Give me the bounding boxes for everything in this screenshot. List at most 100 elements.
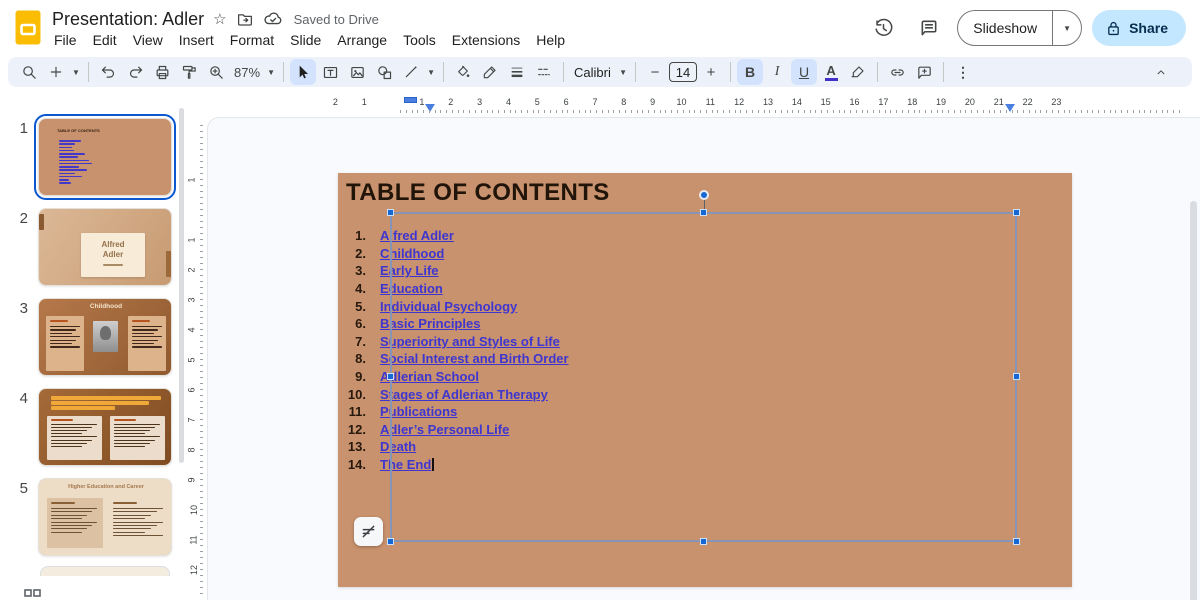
current-slide[interactable]: TABLE OF CONTENTS 1.Alfred Adler2.Childh… [338, 173, 1072, 587]
thumbnail-panel [110, 416, 165, 460]
font-family-select[interactable]: Calibri [570, 65, 616, 80]
italic-button[interactable]: I [764, 59, 790, 85]
decrease-font-size-button[interactable]: − [642, 59, 668, 85]
comments-button[interactable] [911, 10, 947, 46]
print-icon[interactable] [149, 59, 175, 85]
paint-format-icon[interactable] [176, 59, 202, 85]
resize-handle-s[interactable] [700, 538, 707, 545]
resize-handle-se[interactable] [1013, 538, 1020, 545]
h-ruler-number: 6 [564, 97, 569, 107]
version-history-button[interactable] [865, 10, 901, 46]
slide-number: 2 [8, 210, 28, 227]
slide-thumbnail-6-partial[interactable] [40, 566, 170, 576]
font-size-input[interactable]: 14 [669, 62, 697, 82]
slideshow-button[interactable]: Slideshow ▼ [957, 10, 1082, 46]
slideshow-dropdown[interactable]: ▼ [1052, 11, 1081, 45]
add-comment-icon[interactable] [911, 59, 937, 85]
thumbnail-title: TABLE OF CONTENTS [57, 128, 100, 133]
search-menus-icon[interactable] [16, 59, 42, 85]
thumbnail-text-line [113, 511, 157, 512]
menu-view[interactable]: View [125, 29, 171, 51]
menu-arrange[interactable]: Arrange [329, 29, 395, 51]
saved-status[interactable]: Saved to Drive [294, 12, 379, 27]
thumbnail-text-line [51, 443, 87, 444]
insert-image-icon[interactable] [344, 59, 370, 85]
slide-number: 5 [8, 480, 28, 497]
select-tool[interactable] [290, 59, 316, 85]
more-options-icon[interactable]: ⋮ [950, 59, 976, 85]
font-family-dropdown[interactable]: ▼ [617, 68, 629, 77]
resize-handle-e[interactable] [1013, 373, 1020, 380]
share-button[interactable]: Share [1092, 10, 1186, 46]
thumbnail-text-line [132, 336, 162, 337]
thumbnail-text-line [51, 401, 149, 405]
new-slide-button[interactable] [43, 59, 69, 85]
canvas-scrollbar[interactable] [1190, 201, 1197, 600]
insert-line-icon[interactable] [398, 59, 424, 85]
thumbnail-text-line [59, 153, 85, 155]
move-folder-icon[interactable] [236, 10, 254, 28]
thumbnail-text-line [51, 518, 82, 519]
star-icon[interactable]: ☆ [213, 10, 226, 28]
slide-title[interactable]: TABLE OF CONTENTS [346, 179, 610, 207]
bold-button[interactable]: B [737, 59, 763, 85]
highlight-color-button[interactable] [845, 59, 871, 85]
fill-color-icon[interactable] [450, 59, 476, 85]
rotation-handle[interactable] [699, 190, 709, 200]
thumbnail-text-line [114, 446, 145, 447]
first-line-indent-marker[interactable] [404, 97, 417, 103]
text-box-selection[interactable] [390, 212, 1017, 542]
zoom-dropdown[interactable]: ▼ [265, 68, 277, 77]
google-slides-logo[interactable] [15, 10, 41, 45]
new-slide-dropdown[interactable]: ▼ [70, 68, 82, 77]
border-weight-icon[interactable] [504, 59, 530, 85]
left-indent-marker[interactable] [425, 104, 435, 112]
slide-thumbnail-3[interactable]: Childhood [38, 298, 172, 376]
menu-slide[interactable]: Slide [282, 29, 329, 51]
resize-handle-n[interactable] [700, 209, 707, 216]
menu-file[interactable]: File [46, 29, 85, 51]
menu-tools[interactable]: Tools [395, 29, 444, 51]
zoom-level[interactable]: 87% [230, 65, 264, 80]
thumbnail-panel [46, 316, 84, 371]
menu-edit[interactable]: Edit [85, 29, 125, 51]
insert-shape-icon[interactable] [371, 59, 397, 85]
resize-handle-w[interactable] [387, 373, 394, 380]
thumbnail-text-line [113, 515, 151, 516]
zoom-icon[interactable] [203, 59, 229, 85]
undo-icon[interactable] [95, 59, 121, 85]
insert-link-icon[interactable] [884, 59, 910, 85]
border-color-icon[interactable] [477, 59, 503, 85]
toc-number: 6. [338, 316, 366, 331]
grid-view-icon[interactable] [24, 589, 42, 600]
filmstrip-scrollbar[interactable] [179, 108, 184, 463]
border-dash-icon[interactable] [531, 59, 557, 85]
text-box-icon[interactable] [317, 59, 343, 85]
thumbnail-text-line [113, 528, 151, 529]
thumbnail-text-line [132, 333, 154, 334]
menu-help[interactable]: Help [528, 29, 573, 51]
resize-handle-sw[interactable] [387, 538, 394, 545]
text-color-button[interactable]: A [818, 59, 844, 85]
resize-handle-nw[interactable] [387, 209, 394, 216]
slide-thumbnail-1[interactable]: TABLE OF CONTENTS [38, 118, 172, 196]
increase-font-size-button[interactable]: + [698, 59, 724, 85]
hide-menus-icon[interactable] [1148, 59, 1174, 85]
slide-thumbnail-5[interactable]: Higher Education and Career [38, 478, 172, 556]
thumbnail-text-line [50, 340, 76, 341]
menu-format[interactable]: Format [222, 29, 282, 51]
line-dropdown[interactable]: ▼ [425, 68, 437, 77]
resize-handle-ne[interactable] [1013, 209, 1020, 216]
menu-extensions[interactable]: Extensions [444, 29, 528, 51]
document-title[interactable]: Presentation: Adler [52, 9, 204, 30]
toc-number: 5. [338, 299, 366, 314]
thumbnail-text-line [59, 140, 81, 142]
autofit-indicator-button[interactable] [354, 517, 383, 546]
slide-thumbnail-2[interactable]: Alfred Adler [38, 208, 172, 286]
underline-button[interactable]: U [791, 59, 817, 85]
redo-icon[interactable] [122, 59, 148, 85]
editor-canvas[interactable]: TABLE OF CONTENTS 1.Alfred Adler2.Childh… [207, 117, 1200, 600]
thumbnail-text-line [51, 436, 97, 437]
menu-insert[interactable]: Insert [171, 29, 222, 51]
slide-thumbnail-4[interactable] [38, 388, 172, 466]
